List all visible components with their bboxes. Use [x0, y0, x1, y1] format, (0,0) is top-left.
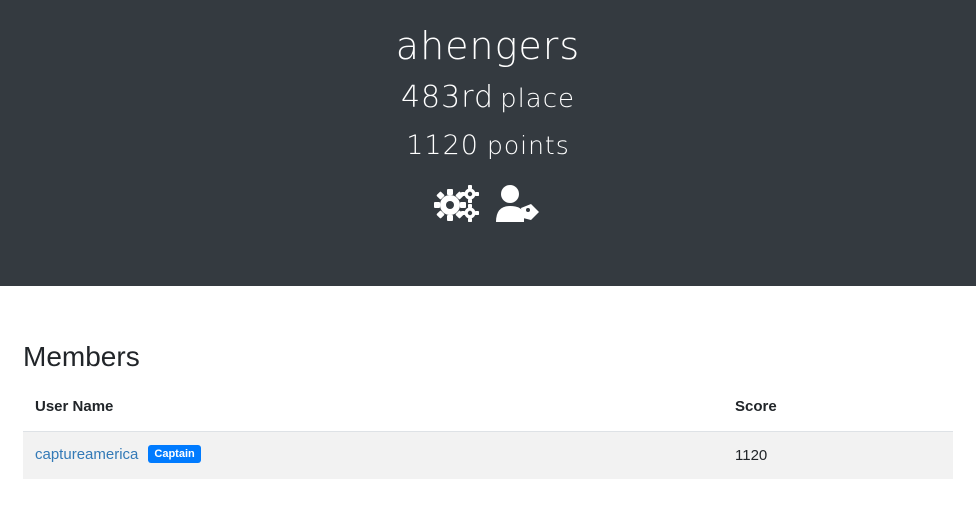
- score-cell: 1120: [735, 446, 768, 464]
- members-heading: Members: [23, 341, 140, 372]
- user-cell: captureamerica Captain: [23, 431, 723, 479]
- column-header-score: Score: [723, 383, 953, 432]
- place-suffix: rd: [461, 80, 495, 115]
- user-tag-icon[interactable]: [494, 184, 540, 224]
- member-name-link[interactable]: captureamerica: [35, 446, 138, 463]
- table-row: captureamerica Captain 1120: [23, 431, 953, 479]
- captain-badge: Captain: [148, 445, 201, 464]
- place-label: place: [500, 84, 576, 114]
- team-name: ahengers: [395, 24, 581, 68]
- column-header-user-name: User Name: [23, 383, 723, 432]
- table-header-row: User Name Score: [23, 383, 953, 432]
- points-number: 1120: [406, 130, 479, 161]
- points-label: points: [486, 131, 570, 160]
- team-actions: [0, 184, 976, 224]
- gears-icon[interactable]: [434, 184, 480, 224]
- team-points: 1120 points: [0, 126, 976, 166]
- members-table: User Name Score captureamerica Captain 11…: [23, 383, 953, 479]
- team-place: 483rd place: [0, 78, 976, 119]
- team-header: ahengers 483rd place 1120 points: [0, 0, 976, 286]
- place-number: 483: [400, 80, 462, 115]
